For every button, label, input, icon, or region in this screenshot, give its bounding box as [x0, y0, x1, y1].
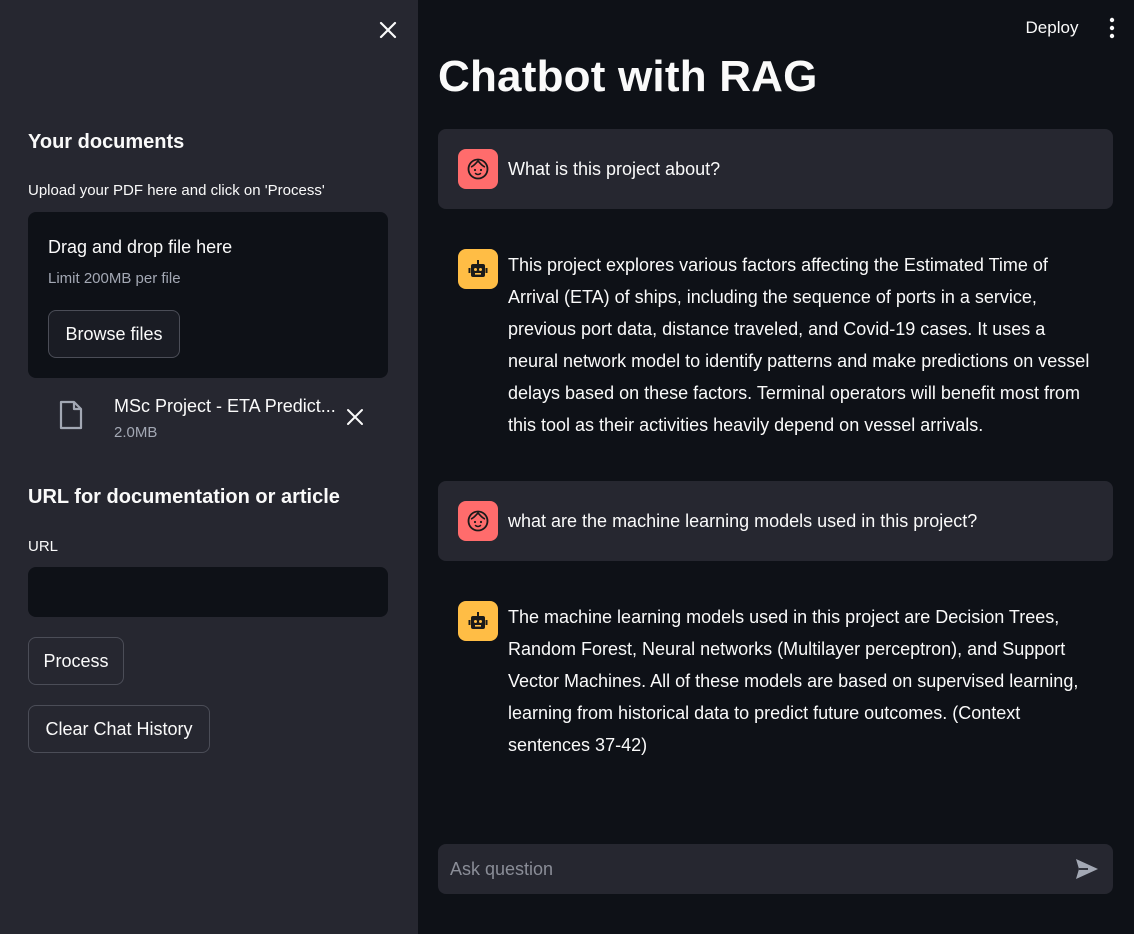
- dropzone-limit: Limit 200MB per file: [48, 270, 181, 287]
- page-title: Chatbot with RAG: [438, 52, 818, 101]
- message-text: what are the machine learning models use…: [508, 511, 978, 531]
- chat-input-container: [438, 844, 1113, 894]
- user-face-icon: [467, 510, 489, 532]
- file-size: 2.0MB: [114, 424, 158, 441]
- documents-heading: Your documents: [28, 131, 185, 153]
- kebab-menu-icon[interactable]: [1102, 16, 1122, 40]
- uploaded-file: MSc Project - ETA Predict... 2.0MB: [28, 390, 388, 450]
- user-face-icon: [467, 158, 489, 180]
- message-text: What is this project about?: [508, 159, 721, 179]
- file-dropzone[interactable]: Drag and drop file here Limit 200MB per …: [28, 212, 388, 378]
- assistant-avatar: [458, 249, 498, 289]
- close-sidebar-icon[interactable]: [376, 18, 400, 42]
- dropzone-title: Drag and drop file here: [48, 237, 233, 257]
- url-label: URL: [28, 538, 59, 555]
- clear-chat-history-button[interactable]: Clear Chat History: [28, 705, 210, 753]
- app: Your documents Upload your PDF here and …: [0, 0, 1134, 934]
- sidebar: Your documents Upload your PDF here and …: [0, 0, 418, 934]
- url-heading: URL for documentation or article: [28, 486, 340, 508]
- chat-message-assistant: The machine learning models used in this…: [438, 580, 1113, 780]
- assistant-avatar: [458, 601, 498, 641]
- file-name: MSc Project - ETA Predict...: [114, 396, 336, 416]
- deploy-button[interactable]: Deploy: [1014, 14, 1090, 42]
- message-text: This project explores various factors af…: [508, 255, 1090, 435]
- robot-icon: [468, 612, 488, 629]
- process-button[interactable]: Process: [28, 637, 124, 685]
- file-icon: [59, 400, 83, 430]
- chat-message-user: What is this project about?: [438, 129, 1113, 209]
- message-text: The machine learning models used in this…: [508, 607, 1079, 755]
- user-avatar: [458, 501, 498, 541]
- send-icon[interactable]: [1074, 857, 1100, 881]
- chat-message-assistant: This project explores various factors af…: [438, 228, 1113, 460]
- robot-icon: [468, 260, 488, 277]
- browse-files-button[interactable]: Browse files: [48, 310, 180, 358]
- remove-file-icon[interactable]: [346, 408, 364, 426]
- user-avatar: [458, 149, 498, 189]
- chat-message-user: what are the machine learning models use…: [438, 481, 1113, 561]
- chat-input[interactable]: [438, 844, 1058, 894]
- url-input[interactable]: [28, 567, 388, 617]
- upload-label: Upload your PDF here and click on 'Proce…: [28, 182, 325, 199]
